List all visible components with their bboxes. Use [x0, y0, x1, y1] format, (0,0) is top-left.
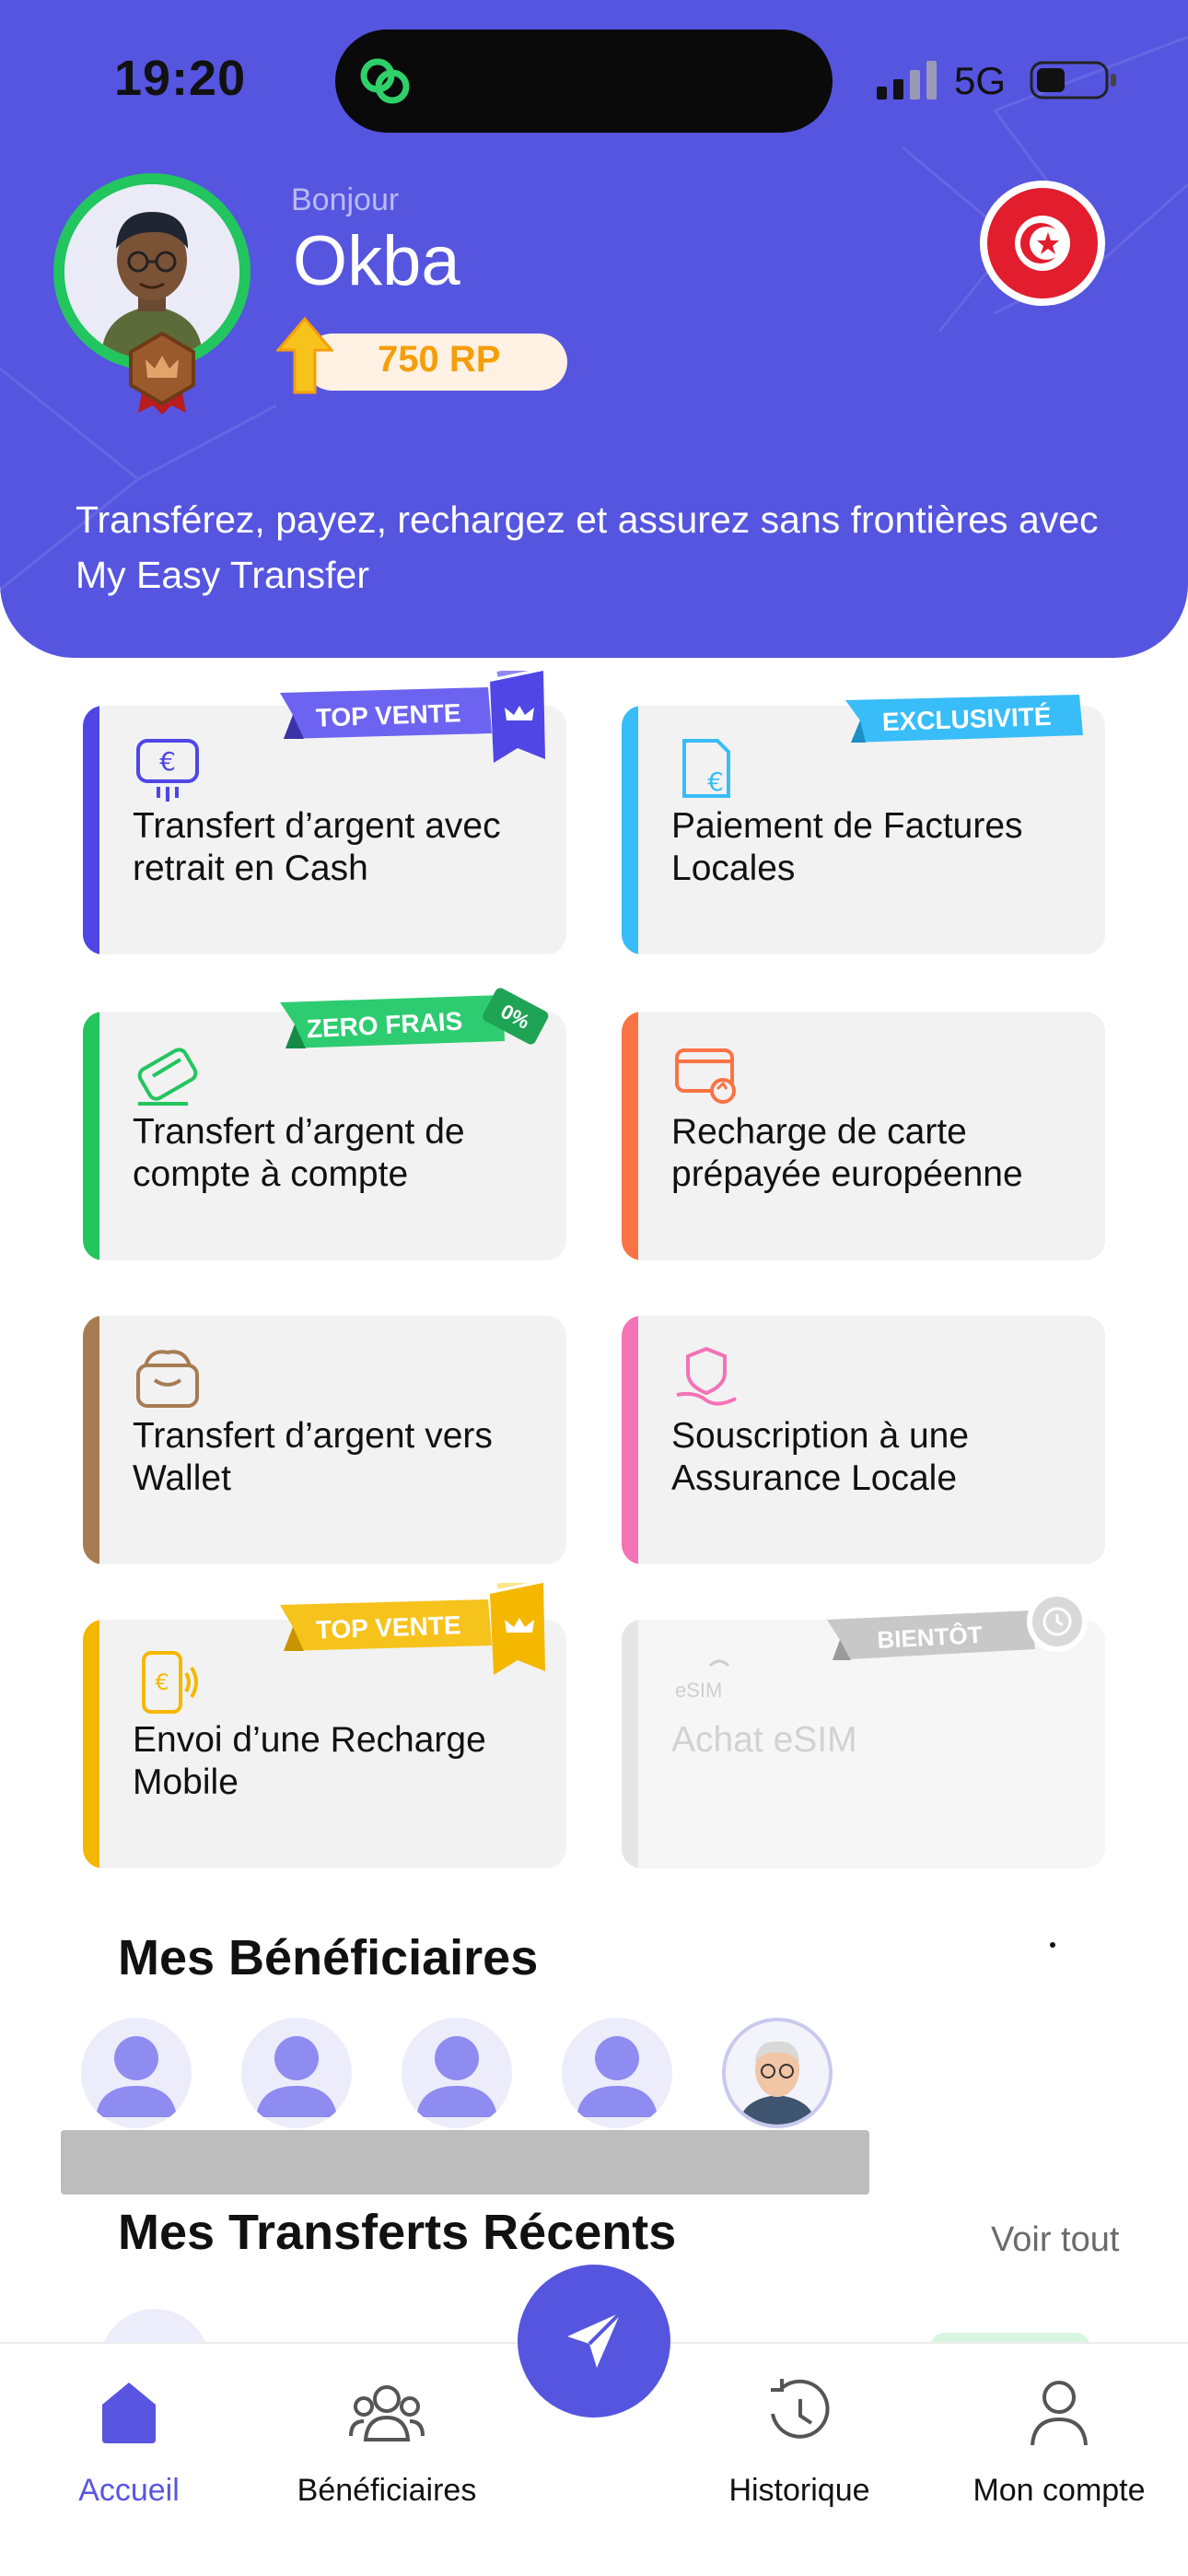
card-icon	[137, 1048, 198, 1106]
greeting-label: Bonjour	[291, 182, 400, 217]
person-placeholder-icon	[416, 2036, 497, 2117]
insurance-hand-icon	[676, 1346, 737, 1406]
tab-mon-compte[interactable]: Mon compte	[939, 2371, 1179, 2556]
ribbon-zero-frais: ZERO FRAIS 0%	[280, 988, 549, 1048]
service-label: Souscription à une Assurance Locale	[671, 1416, 970, 1498]
redacted-block	[61, 2130, 869, 2195]
status-bar: 19:20 5G	[0, 0, 1188, 157]
svg-text:eSIM: eSIM	[675, 1679, 722, 1702]
network-type: 5G	[954, 59, 1007, 102]
country-flag-tunisia[interactable]	[980, 181, 1105, 306]
card-accent-bar	[622, 1316, 638, 1564]
ribbon-top-vente-2: TOP VENTE	[280, 1583, 545, 1675]
card-accent-bar	[83, 706, 99, 954]
users-group-icon	[349, 2385, 425, 2441]
ribbon-exclusivite: EXCLUSIVITÉ	[845, 695, 1083, 743]
ribbon-text: EXCLUSIVITÉ	[881, 702, 1052, 736]
svg-text:€: €	[159, 746, 176, 777]
battery-icon	[1030, 61, 1116, 100]
card-refresh-icon	[675, 1048, 736, 1104]
status-time: 19:20	[114, 51, 247, 106]
tab-label: Bénéficiaires	[297, 2473, 477, 2508]
user-name: Okba	[293, 222, 460, 300]
tab-beneficiaires[interactable]: Bénéficiaires	[267, 2371, 507, 2556]
tab-accueil[interactable]: Accueil	[9, 2371, 249, 2556]
ribbon-top-vente-1: TOP VENTE	[280, 671, 545, 763]
service-card-wallet-transfer[interactable]: Transfert d’argent vers Wallet	[83, 1316, 566, 1564]
card-accent-bar	[83, 1012, 99, 1260]
beneficiary-avatar[interactable]	[562, 2018, 672, 2128]
header-tagline: Transférez, payez, rechargez et assurez …	[76, 498, 1099, 596]
beneficiary-photo	[726, 2021, 829, 2125]
service-label: Transfert d’argent de compte à compte	[133, 1112, 465, 1194]
dynamic-island	[335, 29, 833, 133]
card-accent-bar	[83, 1316, 99, 1564]
service-label: Achat eSIM	[671, 1720, 857, 1760]
service-card-insurance[interactable]: Souscription à une Assurance Locale	[622, 1316, 1105, 1564]
send-money-button[interactable]	[518, 2265, 670, 2418]
tab-label: Historique	[728, 2473, 870, 2508]
ribbon-text: BIENTÔT	[877, 1621, 984, 1654]
tab-label: Accueil	[78, 2473, 180, 2508]
euro-bill-icon: €	[682, 739, 730, 798]
user-profile-icon	[1031, 2381, 1088, 2446]
header: 19:20 5G Bonjour Okba 750 RP Transférez,…	[0, 0, 1188, 658]
rank-crown-badge-icon	[129, 332, 195, 415]
person-placeholder-icon	[577, 2036, 658, 2117]
person-placeholder-icon	[256, 2036, 337, 2117]
svg-text:€: €	[707, 767, 724, 797]
beneficiary-avatar[interactable]	[722, 2018, 833, 2128]
ribbon-text: TOP VENTE	[315, 698, 461, 732]
beneficiary-avatar[interactable]	[402, 2018, 512, 2128]
tunisia-flag-icon	[987, 188, 1098, 299]
home-icon	[102, 2383, 156, 2443]
beneficiary-avatar[interactable]	[81, 2018, 192, 2128]
reward-points-value: 750 RP	[378, 339, 501, 380]
service-label: Recharge de carte prépayée européenne	[671, 1112, 1023, 1194]
card-accent-bar	[622, 706, 638, 954]
card-accent-bar	[622, 1620, 638, 1868]
service-label: Transfert d’argent vers Wallet	[133, 1416, 493, 1498]
recent-transfers-title: Mes Transferts Récents	[118, 2205, 677, 2260]
svg-text:€: €	[155, 1669, 169, 1695]
link-rings-icon	[360, 58, 410, 104]
ribbon-bientot: BIENTÔT	[827, 1592, 1088, 1660]
service-card-prepaid-card[interactable]: Recharge de carte prépayée européenne	[622, 1012, 1105, 1260]
see-all-link[interactable]: Voir tout	[991, 2220, 1119, 2260]
tab-label: Mon compte	[973, 2473, 1146, 2508]
wallet-icon	[136, 1350, 199, 1408]
ribbon-text: TOP VENTE	[315, 1610, 461, 1644]
card-accent-bar	[622, 1012, 638, 1260]
paper-plane-icon	[567, 2311, 623, 2368]
up-arrow-icon	[276, 317, 333, 394]
person-placeholder-icon	[96, 2036, 177, 2117]
beneficiaries-title: Mes Bénéficiaires	[118, 1930, 539, 1985]
cellular-signal-icon	[877, 61, 937, 100]
service-label: Envoi d’une Recharge Mobile	[133, 1720, 486, 1802]
history-clock-icon	[771, 2379, 830, 2439]
indicator-dot	[1050, 1942, 1055, 1948]
tab-historique[interactable]: Historique	[680, 2371, 919, 2556]
esim-icon: eSIM	[675, 1659, 730, 1702]
mobile-euro-icon: €	[142, 1651, 198, 1714]
card-accent-bar	[83, 1620, 99, 1868]
euro-wallet-icon: €	[136, 739, 199, 802]
service-label: Transfert d’argent avec retrait en Cash	[133, 806, 501, 888]
beneficiary-avatar[interactable]	[241, 2018, 352, 2128]
service-label: Paiement de Factures Locales	[671, 806, 1023, 888]
